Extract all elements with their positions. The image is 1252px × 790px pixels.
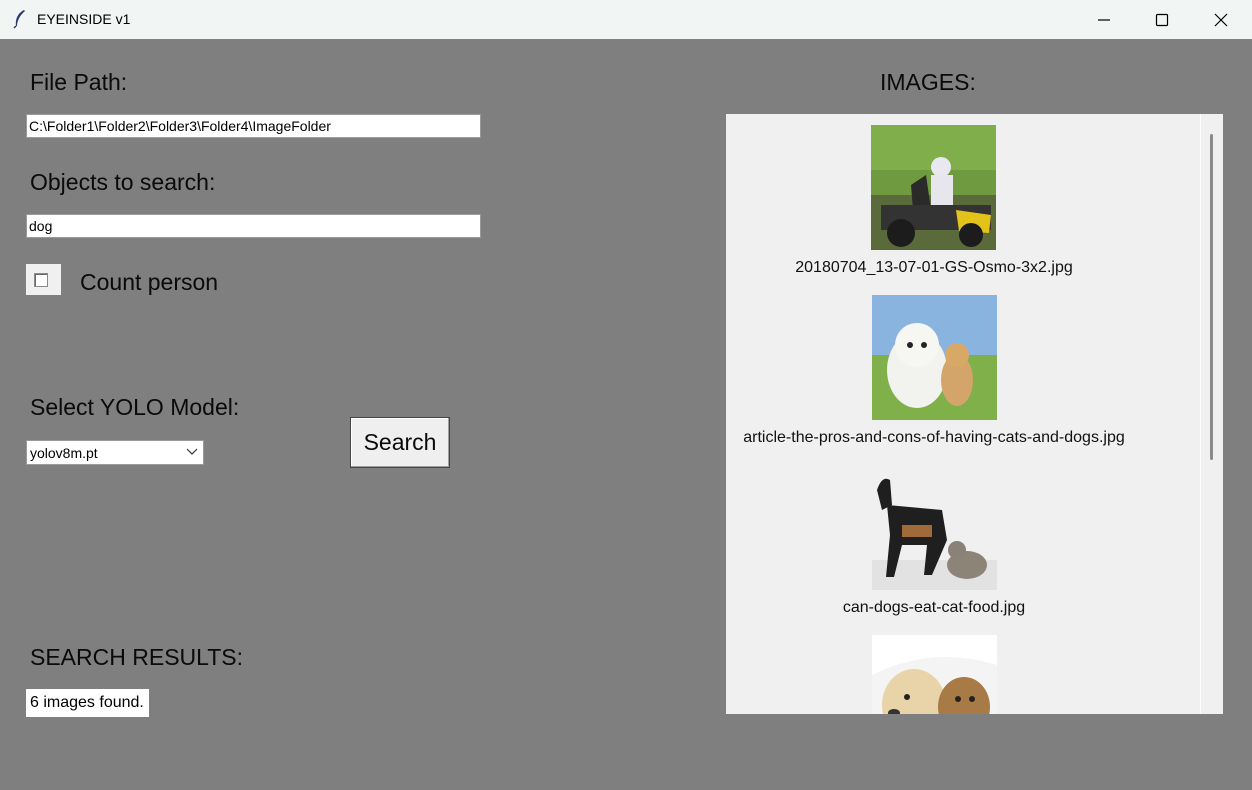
count-person-checkbox[interactable]: [26, 264, 61, 295]
objects-input[interactable]: dog: [26, 214, 481, 238]
close-button[interactable]: [1192, 0, 1250, 39]
chevron-down-icon: [186, 448, 198, 455]
images-list[interactable]: 20180704_13-07-01-GS-Osmo-3x2.jpg articl…: [726, 114, 1223, 714]
thumbnail-image[interactable]: [872, 295, 997, 420]
checkbox-box[interactable]: [34, 273, 48, 287]
app-window: EYEINSIDE v1 File Path: C:\Folder1\Folde…: [0, 0, 1252, 790]
image-caption: can-dogs-eat-cat-food.jpg: [842, 599, 1026, 616]
objects-label: Objects to search:: [30, 169, 216, 195]
title-bar[interactable]: EYEINSIDE v1: [0, 0, 1252, 39]
image-caption: article-the-pros-and-cons-of-having-cats…: [743, 429, 1125, 446]
thumbnail-image[interactable]: [872, 465, 997, 590]
images-label: IMAGES:: [880, 69, 976, 95]
model-select[interactable]: yolov8m.pt: [26, 440, 204, 465]
model-select-value: yolov8m.pt: [30, 445, 98, 461]
minimize-icon: [1098, 19, 1110, 21]
file-path-input[interactable]: C:\Folder1\Folder2\Folder3\Folder4\Image…: [26, 114, 481, 138]
model-label: Select YOLO Model:: [30, 394, 240, 420]
search-button[interactable]: Search: [350, 417, 450, 468]
count-person-label: Count person: [80, 269, 219, 295]
file-path-label: File Path:: [30, 69, 128, 95]
thumbnail-image[interactable]: [871, 125, 996, 250]
feather-icon: [12, 9, 28, 29]
results-label: SEARCH RESULTS:: [30, 644, 244, 670]
image-caption: 20180704_13-07-01-GS-Osmo-3x2.jpg: [795, 259, 1073, 276]
minimize-button[interactable]: [1075, 0, 1133, 39]
results-summary: 6 images found.: [26, 689, 149, 717]
window-title: EYEINSIDE v1: [37, 11, 131, 27]
thumbnail-image[interactable]: [872, 635, 997, 714]
close-icon: [1214, 13, 1228, 27]
maximize-icon: [1155, 13, 1169, 27]
scrollbar-thumb[interactable]: [1210, 134, 1213, 460]
maximize-button[interactable]: [1133, 0, 1191, 39]
